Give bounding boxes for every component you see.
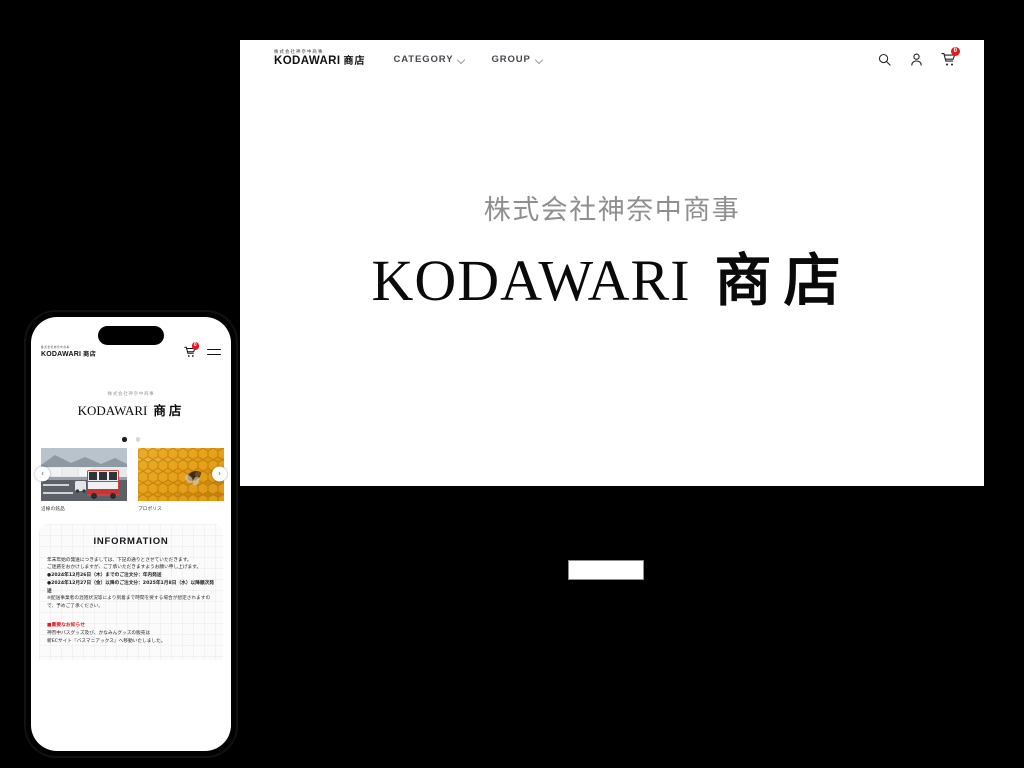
site-logo[interactable]: 株式会社神奈中商事 KODAWARI 商店 (274, 48, 365, 68)
nav-item-category[interactable]: CATEGORY (393, 54, 465, 65)
product-card-label: プロポリス (138, 506, 162, 512)
notice-line: 神奈中バスグッズ及び、かなみんグッズの販売は (47, 630, 151, 636)
information-body: 年末年始の発送につきましては、下記の通りとさせていただきます。 ご迷惑をおかけし… (47, 557, 215, 611)
mobile-hero-title: KODAWARI 商店 (78, 400, 185, 419)
user-icon[interactable] (909, 52, 924, 67)
mobile-site-mockup: 株式会社神奈中商事 KODAWARI 商店 0 株式会社神奈中商事 KODAWA… (26, 312, 236, 756)
nav-item-category-label: CATEGORY (393, 53, 454, 65)
chevron-down-icon (458, 56, 465, 63)
cart-icon[interactable]: 0 (184, 342, 199, 358)
information-title: INFORMATION (93, 535, 169, 547)
carousel-prev-button[interactable]: ‹ (35, 466, 50, 481)
carousel-dot-1[interactable] (122, 437, 127, 442)
nav-item-group-label: GROUP (491, 53, 531, 65)
important-notice-body: 神奈中バスグッズ及び、かなみんグッズの販売は 新ECサイト『バスマニアックス』へ… (47, 630, 215, 646)
desktop-hero: 株式会社神奈中商事 KODAWARI 商店 (240, 78, 984, 486)
mobile-hero-subtitle: 株式会社神奈中商事 (107, 392, 155, 397)
mobile-logo-subtitle: 株式会社神奈中商事 (41, 345, 70, 349)
carousel-card-list: 沿線の銘品 プロポリス (41, 447, 224, 512)
bus-photo (41, 447, 127, 501)
desktop-header-actions: 0 (877, 46, 984, 67)
desktop-site-mockup: 株式会社神奈中商事 KODAWARI 商店 CATEGORY GROUP 0 株… (240, 40, 984, 486)
cart-icon[interactable]: 0 (941, 46, 960, 67)
mobile-logo-title: KODAWARI 商店 (41, 351, 96, 358)
phone-screen: 株式会社神奈中商事 KODAWARI 商店 0 株式会社神奈中商事 KODAWA… (31, 317, 231, 751)
cart-count-badge: 0 (191, 342, 199, 350)
chevron-down-icon (536, 56, 543, 63)
hamburger-line (207, 354, 221, 356)
hamburger-menu-icon[interactable] (207, 348, 221, 356)
mobile-header-actions: 0 (184, 342, 221, 358)
cart-count-badge: 0 (950, 46, 960, 56)
search-icon[interactable] (877, 52, 892, 67)
information-line: ご迷惑をおかけしますが、ご了承いただきますようお願い申し上げます。 (47, 565, 202, 571)
product-card[interactable]: プロポリス (138, 447, 224, 512)
nav-item-group[interactable]: GROUP (491, 54, 542, 65)
desktop-main-nav: CATEGORY GROUP (393, 54, 542, 65)
important-notice-heading: ■重要なお知らせ (47, 622, 86, 628)
product-carousel: ‹ › 沿線の銘品 プロポリス (31, 447, 231, 512)
carousel-next-button[interactable]: › (212, 466, 227, 481)
information-line: ●2024年12月27日（金）以降のご注文分：2025年1月8日（水）以降順次発… (47, 580, 214, 594)
screenshot-canvas: 株式会社神奈中商事 KODAWARI 商店 CATEGORY GROUP 0 株… (0, 0, 1024, 768)
hero-subtitle: 株式会社神奈中商事 (483, 194, 741, 226)
mobile-hero-title-jp: 商店 (153, 403, 185, 418)
carousel-dot-2[interactable] (135, 437, 140, 442)
mobile-hero-title-en: KODAWARI (77, 403, 148, 418)
site-logo-title-jp: 商店 (343, 56, 366, 68)
site-logo-title-en: KODAWARI (274, 55, 341, 68)
mobile-logo-title-en: KODAWARI (41, 351, 82, 358)
hero-title-jp: 商店 (714, 246, 853, 314)
hero-title: KODAWARI 商店 (371, 235, 852, 317)
information-line: ※配送事業者の混雑状況等により到着まで時間を要する場合が想定されますので、予めご… (47, 596, 211, 609)
hamburger-line (207, 348, 221, 350)
mobile-logo-title-jp: 商店 (83, 351, 97, 358)
information-line: 年末年始の発送につきましては、下記の通りとさせていただきます。 (47, 557, 192, 563)
information-line: ●2024年12月26日（木）までのご注文分：年内発送 (47, 573, 162, 578)
notice-line: 新ECサイト『バスマニアックス』へ移動いたしました。 (47, 638, 166, 644)
mobile-hero: 株式会社神奈中商事 KODAWARI 商店 (31, 365, 231, 431)
desktop-header: 株式会社神奈中商事 KODAWARI 商店 CATEGORY GROUP 0 (240, 40, 984, 78)
product-card-label: 沿線の銘品 (41, 506, 65, 512)
hero-title-en: KODAWARI (371, 247, 691, 313)
dynamic-island (98, 326, 164, 345)
mobile-site-logo[interactable]: 株式会社神奈中商事 KODAWARI 商店 (41, 345, 96, 358)
information-section: INFORMATION 年末年始の発送につきましては、下記の通りとさせていただき… (39, 524, 223, 660)
blank-placeholder-bar (568, 560, 644, 580)
site-logo-subtitle: 株式会社神奈中商事 (274, 48, 324, 55)
carousel-pagination-dots (31, 437, 231, 442)
site-logo-title: KODAWARI 商店 (274, 56, 365, 68)
product-card[interactable]: 沿線の銘品 (41, 447, 127, 512)
